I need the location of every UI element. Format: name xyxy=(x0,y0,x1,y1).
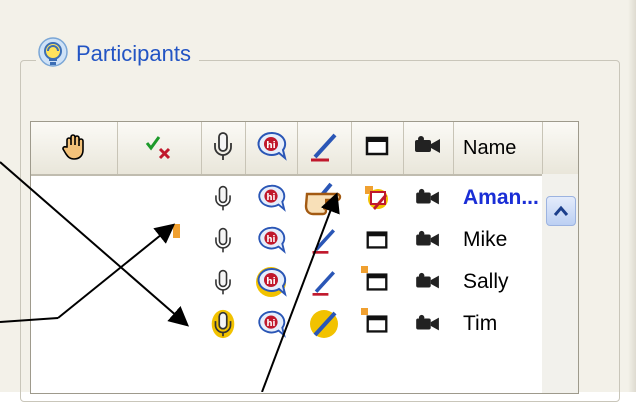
participant-name[interactable]: Aman... xyxy=(463,178,553,218)
column-raise-hand[interactable] xyxy=(31,122,118,174)
status-marker xyxy=(173,224,180,238)
raise-hand-icon xyxy=(59,131,89,166)
pencil-icon[interactable] xyxy=(297,262,351,302)
svg-text:hi: hi xyxy=(266,141,276,151)
list-scrollbar[interactable] xyxy=(542,174,578,393)
column-microphone[interactable] xyxy=(201,122,246,174)
pencil-icon xyxy=(307,129,341,168)
microphone-icon xyxy=(211,129,235,168)
column-agree-disagree[interactable] xyxy=(117,122,202,174)
column-video[interactable] xyxy=(403,122,454,174)
screen-icon[interactable] xyxy=(351,220,403,260)
svg-text:hi: hi xyxy=(267,192,276,202)
video-camera-icon[interactable] xyxy=(403,178,453,218)
participant-name[interactable]: Sally xyxy=(463,262,553,302)
screen-share-active-icon[interactable] xyxy=(351,178,403,218)
participants-bulb-icon xyxy=(36,37,70,71)
screen-icon[interactable] xyxy=(351,304,403,344)
participants-title-label: Participants xyxy=(76,41,191,66)
pointer-hand-icon[interactable] xyxy=(297,178,351,218)
chevron-up-icon xyxy=(553,205,569,216)
column-name-label: Name xyxy=(463,136,517,159)
video-camera-icon[interactable] xyxy=(403,220,453,260)
screen-icon[interactable] xyxy=(351,262,403,302)
participant-row[interactable]: hi Tim xyxy=(31,304,541,344)
participants-panel: Participants hi Name hi Aman... hi Mike … xyxy=(0,0,636,402)
microphone-icon[interactable] xyxy=(201,220,245,260)
status-marker xyxy=(361,308,368,315)
scroll-up-button[interactable] xyxy=(546,196,576,226)
participants-list: hi Name hi Aman... hi Mike hi Sally hi T… xyxy=(30,121,579,394)
video-camera-icon xyxy=(413,135,443,162)
microphone-icon[interactable] xyxy=(201,262,245,302)
check-x-icon xyxy=(144,131,174,166)
chat-hi-icon: hi xyxy=(254,129,288,168)
microphone-icon[interactable] xyxy=(201,178,245,218)
column-chat[interactable]: hi xyxy=(245,122,298,174)
chat-hi-icon[interactable]: hi xyxy=(245,304,297,344)
status-marker xyxy=(361,266,368,273)
chat-hi-icon[interactable]: hi xyxy=(245,220,297,260)
chat-hi-icon[interactable]: hi xyxy=(245,178,297,218)
participants-title: Participants xyxy=(36,36,199,72)
chat-hi-highlight-icon[interactable]: hi xyxy=(245,262,297,302)
svg-text:hi: hi xyxy=(266,277,276,287)
participants-header: hi Name xyxy=(31,122,578,176)
panel-edge xyxy=(628,0,636,392)
video-camera-icon[interactable] xyxy=(403,262,453,302)
column-share[interactable] xyxy=(351,122,404,174)
svg-text:hi: hi xyxy=(267,318,276,328)
participant-name[interactable]: Tim xyxy=(463,304,553,344)
participant-name[interactable]: Mike xyxy=(463,220,553,260)
svg-text:hi: hi xyxy=(267,234,276,244)
participant-row[interactable]: hi Aman... xyxy=(31,178,541,218)
column-annotate[interactable] xyxy=(297,122,352,174)
participant-row[interactable]: hi Mike xyxy=(31,220,541,260)
video-camera-icon[interactable] xyxy=(403,304,453,344)
pencil-highlight-icon[interactable] xyxy=(297,304,351,344)
column-name[interactable]: Name xyxy=(453,122,543,174)
participant-row[interactable]: hi Sally xyxy=(31,262,541,302)
pencil-icon[interactable] xyxy=(297,220,351,260)
microphone-active-icon[interactable] xyxy=(201,304,245,344)
screen-icon xyxy=(363,132,391,165)
